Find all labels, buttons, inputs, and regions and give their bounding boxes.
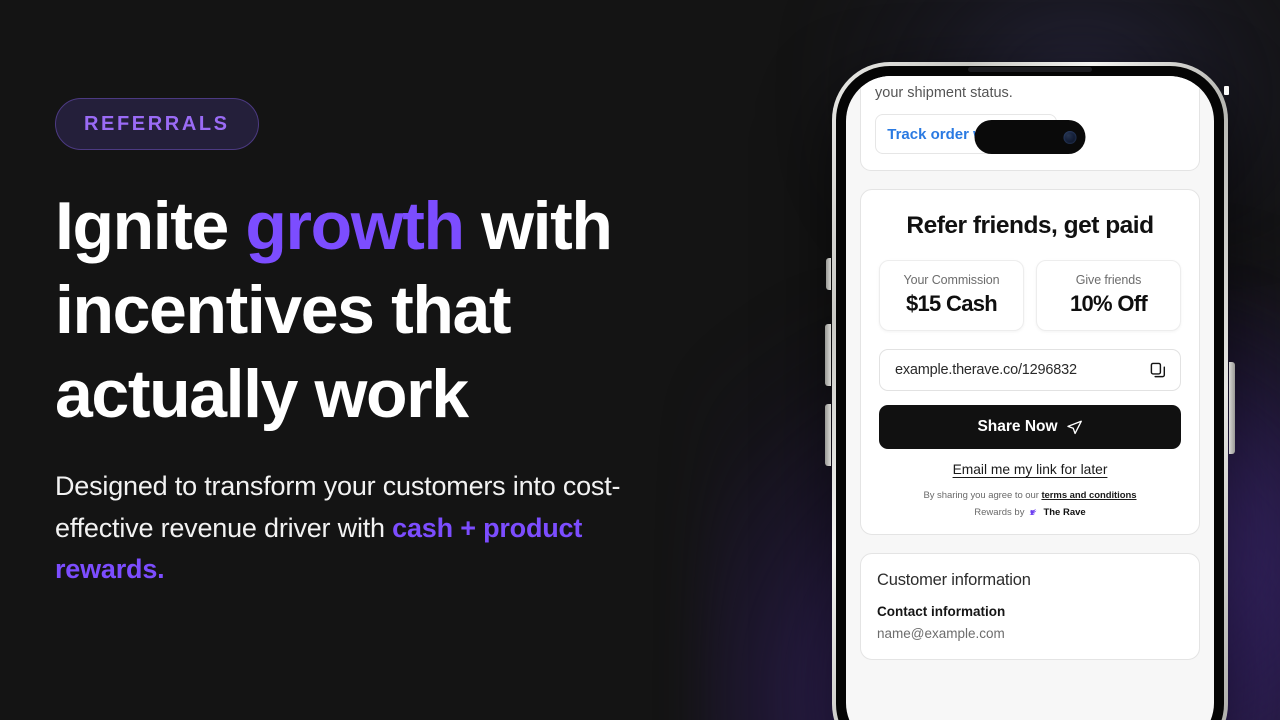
- camera-lens-icon: [1063, 130, 1077, 144]
- terms-and-conditions-link[interactable]: terms and conditions: [1041, 490, 1136, 501]
- phone-power-button[interactable]: [1229, 362, 1235, 454]
- phone-bezel: your shipment status. Track order with S…: [836, 66, 1224, 720]
- rave-logo-icon: [1029, 508, 1037, 516]
- dynamic-island: [974, 120, 1086, 154]
- reward-label: Your Commission: [903, 273, 1000, 287]
- referrals-badge-label: REFERRALS: [84, 112, 230, 135]
- terms-notice: By sharing you agree to our terms and co…: [879, 490, 1181, 501]
- phone-speaker-grille: [968, 67, 1092, 72]
- customer-information-card: Customer information Contact information…: [860, 553, 1200, 660]
- reward-tile-friend-discount: Give friends 10% Off: [1036, 260, 1181, 331]
- referrals-badge: REFERRALS: [55, 98, 259, 150]
- hero-subheading: Designed to transform your customers int…: [55, 466, 655, 591]
- shipment-status-text: your shipment status.: [875, 85, 1013, 101]
- referral-link-field[interactable]: example.therave.co/1296832: [879, 349, 1181, 391]
- copy-icon[interactable]: [1149, 361, 1167, 379]
- rewards-by-label: Rewards by: [974, 507, 1025, 518]
- rewards-attribution: Rewards by The Rave: [879, 507, 1181, 518]
- phone-silence-switch[interactable]: [826, 258, 831, 290]
- phone-screen: your shipment status. Track order with S…: [846, 76, 1214, 720]
- reward-tile-commission: Your Commission $15 Cash: [879, 260, 1024, 331]
- hero-copy: REFERRALS Ignite growth with incentives …: [55, 0, 715, 720]
- referral-link-value: example.therave.co/1296832: [895, 362, 1077, 378]
- reward-value: $15 Cash: [905, 291, 998, 316]
- referral-card: Refer friends, get paid Your Commission …: [860, 189, 1200, 535]
- email-link-later-button[interactable]: Email me my link for later: [879, 462, 1181, 477]
- phone-volume-up-button[interactable]: [825, 324, 831, 386]
- terms-notice-prefix: By sharing you agree to our: [923, 490, 1042, 501]
- headline-part-1: Ignite: [55, 188, 246, 264]
- phone-mockup: your shipment status. Track order with S…: [825, 62, 1235, 720]
- referral-card-title: Refer friends, get paid: [906, 212, 1154, 239]
- rave-brand-name: The Rave: [1043, 507, 1086, 518]
- hero-section: REFERRALS Ignite growth with incentives …: [0, 0, 1280, 720]
- contact-information-heading: Contact information: [877, 604, 1006, 619]
- reward-value: 10% Off: [1069, 291, 1148, 316]
- page-title: Ignite growth with incentives that actua…: [55, 184, 675, 436]
- email-link-later-label: Email me my link for later: [952, 462, 1108, 477]
- reward-label: Give friends: [1075, 273, 1142, 287]
- customer-information-title: Customer information: [877, 571, 1031, 589]
- phone-antenna-line: [1224, 86, 1229, 95]
- reward-tiles: Your Commission $15 Cash Give friends 10…: [879, 260, 1181, 331]
- headline-highlight: growth: [245, 188, 465, 264]
- phone-volume-down-button[interactable]: [825, 404, 831, 466]
- share-now-button[interactable]: Share Now: [879, 405, 1181, 449]
- contact-email-value: name@example.com: [877, 626, 1005, 641]
- share-now-button-label: Share Now: [977, 418, 1058, 435]
- screen-content: your shipment status. Track order with S…: [846, 76, 1214, 660]
- paper-plane-icon: [1066, 420, 1082, 434]
